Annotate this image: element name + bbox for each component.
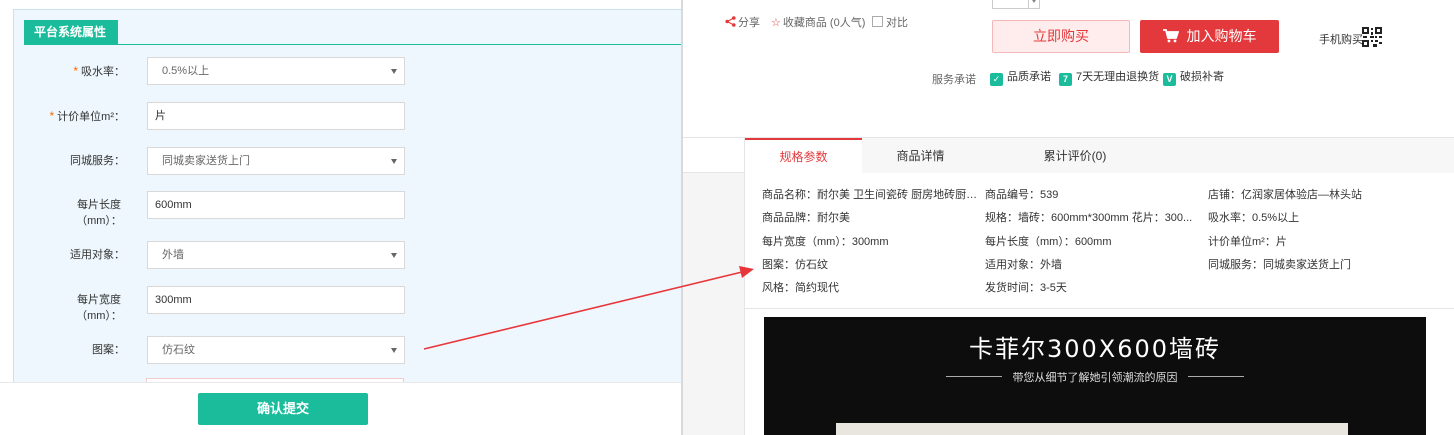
- field-label: 每片长度（mm）：: [76, 199, 122, 227]
- share-link[interactable]: 分享: [725, 16, 760, 30]
- submit-button[interactable]: 确认提交: [198, 393, 368, 425]
- share-icon: [725, 16, 736, 27]
- local-service-select[interactable]: 同城卖家送货上门: [147, 147, 405, 175]
- chevron-down-icon: [391, 159, 397, 164]
- required-mark: *: [49, 109, 55, 123]
- service-7day-return: 7 7天无理由退换货: [1059, 69, 1159, 86]
- spec-applicable-object: 适用对象：外墙: [985, 259, 1062, 271]
- compare-label: 对比: [886, 17, 908, 29]
- attribute-form: 平台系统属性 * 吸水率： 0.5%以上 * 计价单位m²： 片 同城服务： 同城卖…: [13, 9, 681, 384]
- spec-table: 商品名称：耐尔美 卫生间瓷砖 厨房地砖厨卫... 商品编号：539 店铺：亿润家…: [744, 173, 1454, 309]
- service-label-text: 品质承诺: [1007, 71, 1051, 83]
- select-value: 外墙: [162, 249, 184, 261]
- field-label: 适用对象：: [70, 249, 125, 261]
- spec-price-unit: 计价单位m²：片: [1208, 236, 1287, 248]
- spec-pattern: 图案：仿石纹: [762, 259, 828, 271]
- buy-now-button[interactable]: 立即购买: [992, 20, 1130, 53]
- spec-product-name: 商品名称：耐尔美 卫生间瓷砖 厨房地砖厨卫...: [762, 189, 978, 201]
- select-value: 同城卖家送货上门: [162, 155, 250, 167]
- favorite-label: 收藏商品 (0人气): [782, 17, 866, 29]
- chevron-down-icon: [391, 253, 397, 258]
- service-damage-resend: V 破损补寄: [1163, 69, 1224, 86]
- shield-check-icon: ✓: [990, 73, 1003, 86]
- tile-width-input[interactable]: 300mm: [147, 286, 405, 314]
- favorite-link[interactable]: ☆ 收藏商品 (0人气): [771, 16, 865, 30]
- service-label-text: 破损补寄: [1180, 71, 1224, 83]
- spec-style: 风格：简约现代: [762, 282, 839, 294]
- tile-length-input[interactable]: 600mm: [147, 191, 405, 219]
- water-absorption-select[interactable]: 0.5%以上: [147, 57, 405, 85]
- field-label: 图案：: [92, 344, 125, 356]
- select-value: 仿石纹: [162, 344, 195, 356]
- mobile-buy-label: 手机购买: [1319, 34, 1363, 46]
- input-value: 600mm: [155, 199, 192, 211]
- promo-banner: 卡菲尔300X600墙砖 带您从细节了解她引领潮流的原因: [764, 317, 1426, 435]
- cart-icon: [1162, 29, 1179, 43]
- qr-code-icon[interactable]: [1362, 27, 1382, 47]
- tab-reviews[interactable]: 累计评价(0): [1005, 138, 1145, 174]
- service-label-text: 7天无理由退换货: [1076, 71, 1160, 83]
- quantity-stepper[interactable]: [992, 0, 1040, 9]
- field-label: 每片宽度（mm）：: [76, 294, 122, 322]
- field-label-text: 计价单位m²：: [57, 111, 125, 123]
- product-photo-edge: [836, 423, 1348, 435]
- spec-size: 规格：墙砖：600mm*300mm 花片：300...: [985, 212, 1193, 224]
- tab-specs[interactable]: 规格参数: [745, 138, 862, 174]
- product-tab-bar: 规格参数 商品详情 累计评价(0): [744, 137, 1454, 174]
- price-unit-input[interactable]: 片: [147, 102, 405, 130]
- spec-ship-time: 发货时间：3-5天: [985, 282, 1067, 294]
- spec-tile-length: 每片长度（mm）：600mm: [985, 236, 1112, 248]
- field-label: 同城服务：: [70, 155, 125, 167]
- seven-day-icon: 7: [1059, 73, 1072, 86]
- input-value: 300mm: [155, 294, 192, 306]
- field-label: * 计价单位m²：: [50, 108, 126, 125]
- spec-product-code: 商品编号：539: [985, 189, 1059, 201]
- left-panel: 平台系统属性 * 吸水率： 0.5%以上 * 计价单位m²： 片 同城服务： 同城卖…: [0, 0, 681, 435]
- section-title: 平台系统属性: [24, 20, 119, 44]
- chevron-down-icon[interactable]: [1032, 0, 1036, 3]
- star-outline-icon: ☆: [771, 17, 781, 29]
- required-mark: *: [73, 64, 78, 78]
- section-header: 平台系统属性: [24, 20, 681, 45]
- side-tab-strip: [683, 137, 744, 173]
- compare-toggle[interactable]: 对比: [872, 16, 908, 30]
- spec-water-absorption: 吸水率：0.5%以上: [1208, 212, 1300, 224]
- package-icon: V: [1163, 73, 1176, 86]
- spec-tile-width: 每片宽度（mm）：300mm: [762, 236, 889, 248]
- stepper-divider: [1028, 0, 1029, 8]
- form-footer: 确认提交: [0, 382, 681, 435]
- applicable-object-select[interactable]: 外墙: [147, 241, 405, 269]
- pattern-select[interactable]: 仿石纹: [147, 336, 405, 364]
- product-page: 分享 ☆ 收藏商品 (0人气) 对比 立即购买 加入购物车 手机购买 服务承诺 ✓…: [683, 0, 1454, 435]
- add-to-cart-button[interactable]: 加入购物车: [1140, 20, 1279, 53]
- compare-checkbox[interactable]: [872, 16, 883, 27]
- add-to-cart-label: 加入购物车: [1186, 28, 1257, 44]
- input-value: 片: [155, 110, 166, 122]
- promo-subtitle: 带您从细节了解她引领潮流的原因: [1012, 372, 1178, 384]
- product-detail-area: 卡菲尔300X600墙砖 带您从细节了解她引领潮流的原因: [744, 309, 1454, 435]
- field-label-text: 吸水率：: [81, 66, 125, 78]
- chevron-down-icon: [391, 69, 397, 74]
- spec-brand: 商品品牌：耐尔美: [762, 212, 850, 224]
- tab-details[interactable]: 商品详情: [862, 138, 979, 174]
- spec-shop: 店铺：亿润家居体验店—林头站: [1208, 189, 1362, 201]
- chevron-down-icon: [391, 348, 397, 353]
- share-label: 分享: [738, 17, 760, 29]
- spec-local-service: 同城服务：同城卖家送货上门: [1208, 259, 1351, 271]
- select-value: 0.5%以上: [162, 65, 210, 77]
- service-promise-label: 服务承诺: [932, 74, 976, 86]
- field-label: * 吸水率：: [73, 63, 125, 80]
- promo-title: 卡菲尔300X600墙砖: [968, 335, 1222, 363]
- service-quality: ✓ 品质承诺: [990, 69, 1051, 86]
